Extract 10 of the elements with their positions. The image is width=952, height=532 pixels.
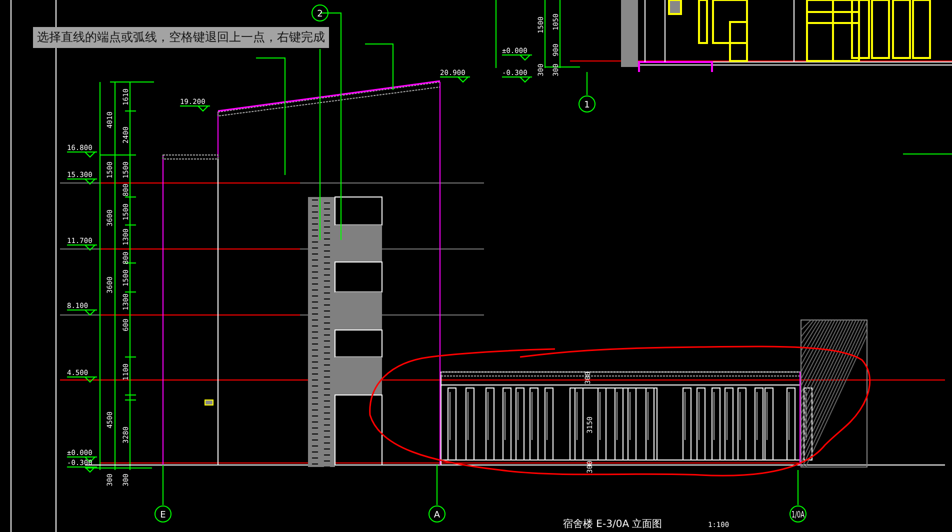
axis-line — [436, 464, 438, 506]
small-marker-icon — [204, 400, 214, 406]
axis-line — [586, 72, 588, 96]
axis-bubble: E — [154, 506, 172, 522]
axis-line — [162, 464, 164, 506]
drawing-title: 宿舍楼 E-3/0A 立面图 — [563, 519, 662, 530]
axis-bubble: 2 — [312, 4, 328, 22]
command-prompt: 选择直线的端点或弧线，空格键退回上一点，右键完成 — [33, 27, 329, 48]
axis-bubble: 1 — [578, 96, 596, 112]
axis-bubble: A — [428, 506, 446, 522]
